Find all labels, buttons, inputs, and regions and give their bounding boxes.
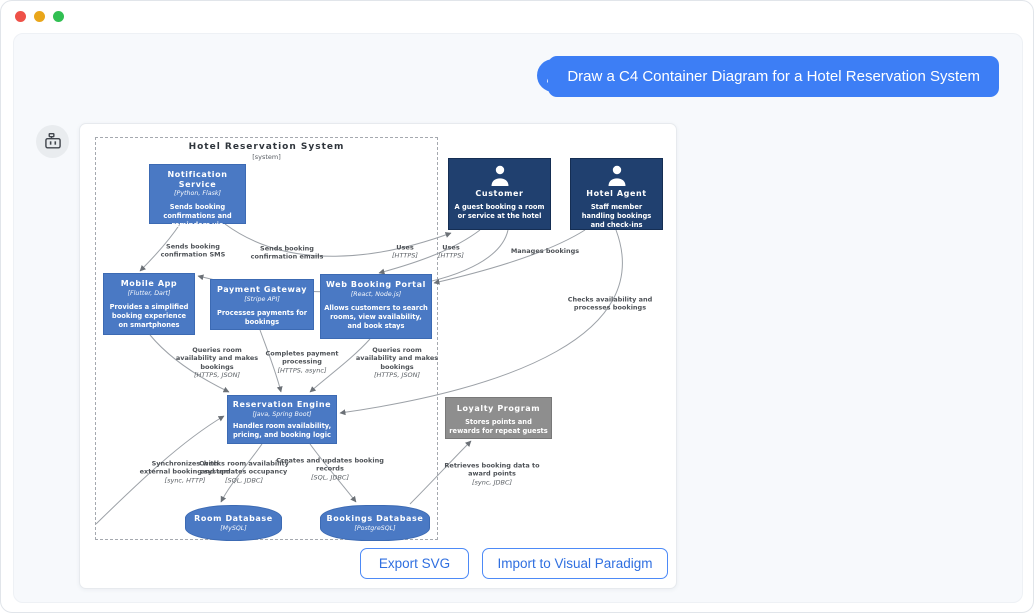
- node-room-database: Room Database [MySQL]: [185, 505, 282, 541]
- node-desc: Handles room availability, pricing, and …: [228, 422, 336, 440]
- node-tech: [Python, Flask]: [150, 190, 245, 197]
- node-desc: Allows customers to search rooms, view a…: [321, 304, 431, 331]
- edge-label: Uses[HTTPS]: [429, 244, 473, 261]
- export-svg-button[interactable]: Export SVG: [360, 548, 469, 579]
- node-title: Bookings Database: [321, 514, 429, 524]
- node-desc: Staff member handling bookings and check…: [571, 203, 662, 230]
- node-desc: Stores points and rewards for repeat gue…: [446, 418, 551, 436]
- node-tech: [React, Node.js]: [321, 291, 431, 298]
- node-tech: [Flutter, Dart]: [104, 290, 194, 297]
- window-controls: [15, 11, 64, 22]
- node-title: Web Booking Portal: [321, 280, 431, 290]
- minimize-window-icon[interactable]: [34, 11, 45, 22]
- edge-label: Uses[HTTPS]: [383, 244, 427, 261]
- node-title: Mobile App: [104, 279, 194, 289]
- robot-icon: [43, 132, 63, 152]
- edge-label: Queries room availability and makes book…: [354, 346, 440, 380]
- node-desc: Processes payments for bookings: [211, 309, 313, 327]
- node-web-booking-portal: Web Booking Portal [React, Node.js] Allo…: [320, 274, 432, 339]
- node-payment-gateway: Payment Gateway [Stripe API] Processes p…: [210, 279, 314, 330]
- node-desc: Sends booking confirmations and reminder…: [150, 203, 245, 239]
- system-boundary-subtitle: [system]: [96, 153, 437, 161]
- edge-label: Retrieves booking data to award points[s…: [436, 461, 548, 486]
- node-reservation-engine: Reservation Engine [Java, Spring Boot] H…: [227, 395, 337, 444]
- node-desc: A guest booking a room or service at the…: [449, 203, 550, 221]
- system-boundary-title: Hotel Reservation System: [96, 142, 437, 152]
- node-tech: [Java, Spring Boot]: [228, 411, 336, 418]
- node-title: Hotel Agent: [571, 189, 662, 199]
- node-tech: [Stripe API]: [211, 296, 313, 303]
- app-window: Draw a C4 Container Diagram for a Hotel …: [0, 0, 1034, 613]
- node-title: Room Database: [186, 514, 281, 524]
- edge-label: Sends booking confirmation SMS: [149, 243, 237, 260]
- node-title: Loyalty Program: [446, 404, 551, 414]
- node-notification-service: Notification Service [Python, Flask] Sen…: [149, 164, 246, 224]
- node-tech: [MySQL]: [186, 525, 281, 532]
- zoom-window-icon[interactable]: [53, 11, 64, 22]
- edge-label: Completes payment processing[HTTPS, asyn…: [254, 349, 350, 374]
- node-bookings-database: Bookings Database [PostgreSQL]: [320, 505, 430, 541]
- node-title: Customer: [449, 189, 550, 199]
- node-loyalty-program: Loyalty Program Stores points and reward…: [445, 397, 552, 439]
- node-mobile-app: Mobile App [Flutter, Dart] Provides a si…: [103, 273, 195, 335]
- node-customer: Customer A guest booking a room or servi…: [448, 158, 551, 230]
- person-icon: [488, 165, 512, 187]
- bot-avatar: [36, 125, 69, 158]
- node-hotel-agent: Hotel Agent Staff member handling bookin…: [570, 158, 663, 230]
- node-title: Notification Service: [150, 170, 245, 189]
- node-title: Reservation Engine: [228, 400, 336, 410]
- edge-label: Checks availability and processes bookin…: [566, 296, 654, 313]
- node-desc: Provides a simplified booking experience…: [104, 303, 194, 330]
- chat-message-bubble: Draw a C4 Container Diagram for a Hotel …: [548, 56, 999, 97]
- node-tech: [PostgreSQL]: [321, 525, 429, 532]
- diagram-card: Hotel Reservation System [system] Notifi…: [79, 123, 677, 589]
- edge-label: Creates and updates booking records[SQL,…: [276, 456, 384, 481]
- edge-label: Sends booking confirmation emails: [239, 245, 335, 262]
- import-visual-paradigm-button[interactable]: Import to Visual Paradigm: [482, 548, 668, 579]
- edge-label: Queries room availability and makes book…: [174, 346, 260, 380]
- edge-label: Manages bookings: [490, 247, 600, 255]
- person-icon: [605, 165, 629, 187]
- node-title: Payment Gateway: [211, 285, 313, 295]
- close-window-icon[interactable]: [15, 11, 26, 22]
